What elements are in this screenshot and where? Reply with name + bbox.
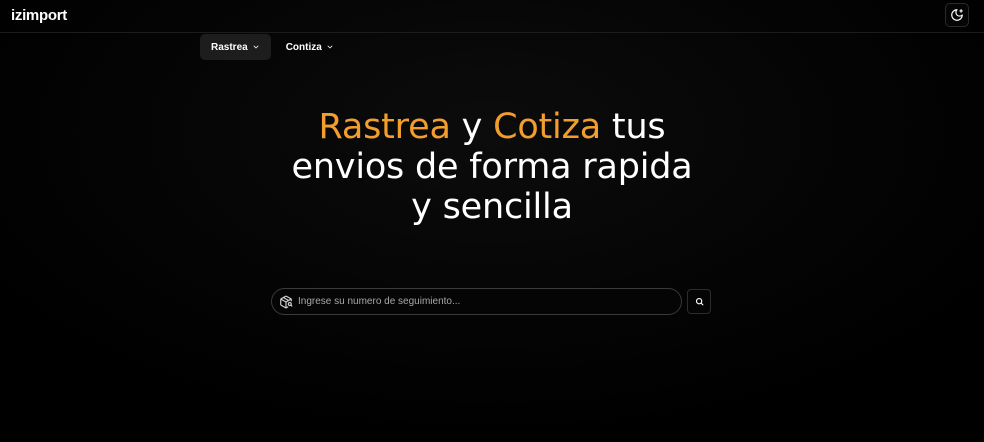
nav-item-label: Rastrea (211, 41, 248, 53)
hero-accent-cotiza: Cotiza (493, 107, 601, 147)
hero-line-3: y sencilla (411, 187, 573, 227)
hero-heading: Rastrea y Cotiza tus envios de forma rap… (0, 107, 984, 227)
main-nav: Rastrea Contiza (200, 34, 345, 60)
hero-join: y (450, 107, 494, 147)
nav-item-label: Contiza (285, 41, 322, 53)
package-search-icon (279, 295, 293, 309)
nav-item-contiza[interactable]: Contiza (275, 34, 345, 60)
hero-line-2: envios de forma rapida (291, 147, 693, 187)
theme-toggle-button[interactable] (945, 3, 969, 27)
search-icon (695, 297, 704, 306)
chevron-down-icon (326, 43, 334, 51)
tracking-search-field (271, 288, 682, 315)
hero-accent-rastrea: Rastrea (318, 107, 451, 147)
nav-item-rastrea[interactable]: Rastrea (200, 34, 271, 60)
chevron-down-icon (252, 43, 260, 51)
page: izimport Rastrea Contiza Rastrea y Cotiz… (0, 0, 984, 442)
tracking-number-input[interactable] (298, 296, 681, 307)
hero-line-1-rest: tus (601, 107, 666, 147)
logo[interactable]: izimport (11, 7, 67, 24)
search-button[interactable] (687, 289, 711, 314)
hero-line-1: Rastrea y Cotiza tus (0, 107, 984, 147)
top-bar: izimport (0, 0, 984, 33)
moon-sun-icon (950, 8, 964, 22)
